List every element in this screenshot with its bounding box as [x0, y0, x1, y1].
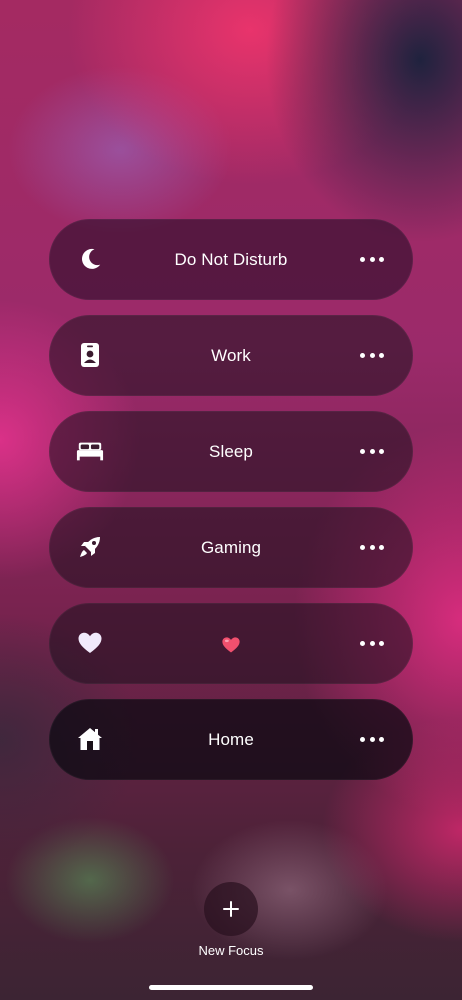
- ellipsis-dot: [379, 352, 384, 358]
- gaming-more-button[interactable]: [360, 539, 384, 555]
- ellipsis-dot: [369, 352, 375, 358]
- ellipsis-dot: [360, 448, 365, 454]
- home-more-button[interactable]: [360, 731, 384, 747]
- ellipsis-dot: [360, 256, 365, 262]
- ellipsis-dot: [360, 736, 365, 742]
- ellipsis-dot: [360, 352, 365, 358]
- ellipsis-dot: [379, 736, 384, 742]
- ellipsis-dot: [379, 640, 384, 646]
- ellipsis-dot: [360, 544, 365, 550]
- ellipsis-dot: [369, 640, 375, 646]
- focus-label-gaming: Gaming: [200, 538, 262, 557]
- focus-row-do-not-disturb[interactable]: Do Not Disturb: [49, 219, 413, 300]
- ellipsis-dot: [369, 448, 375, 454]
- ellipsis-dot: [379, 544, 384, 550]
- do-not-disturb-more-button[interactable]: [360, 251, 384, 267]
- focus-row-home[interactable]: Home: [49, 699, 413, 780]
- focus-mode-list: Do Not Disturb Work Sleep Gaming Home: [49, 219, 413, 795]
- new-focus-label: New Focus: [198, 943, 264, 958]
- ellipsis-dot: [379, 256, 384, 262]
- focus-label-work: Work: [211, 346, 251, 365]
- new-focus-button[interactable]: [204, 882, 258, 936]
- ellipsis-dot: [369, 256, 375, 262]
- sleep-more-button[interactable]: [360, 443, 384, 459]
- focus-row-sleep[interactable]: Sleep: [49, 411, 413, 492]
- focus-label-do-not-disturb: Do Not Disturb: [174, 250, 288, 269]
- ellipsis-dot: [369, 736, 375, 742]
- work-more-button[interactable]: [360, 347, 384, 363]
- heart-emoji: [222, 636, 240, 653]
- focus-row-gaming[interactable]: Gaming: [49, 507, 413, 588]
- focus-label-heart: ❤️: [49, 603, 413, 684]
- heart-more-button[interactable]: [360, 635, 384, 651]
- ellipsis-dot: [379, 448, 384, 454]
- ellipsis-dot: [369, 544, 375, 550]
- ellipsis-dot: [360, 640, 365, 646]
- focus-row-heart[interactable]: ❤️: [49, 603, 413, 684]
- plus-icon: [223, 901, 239, 917]
- focus-label-home: Home: [208, 730, 254, 749]
- focus-label-sleep: Sleep: [209, 442, 253, 461]
- home-indicator[interactable]: [149, 985, 313, 990]
- focus-row-work[interactable]: Work: [49, 315, 413, 396]
